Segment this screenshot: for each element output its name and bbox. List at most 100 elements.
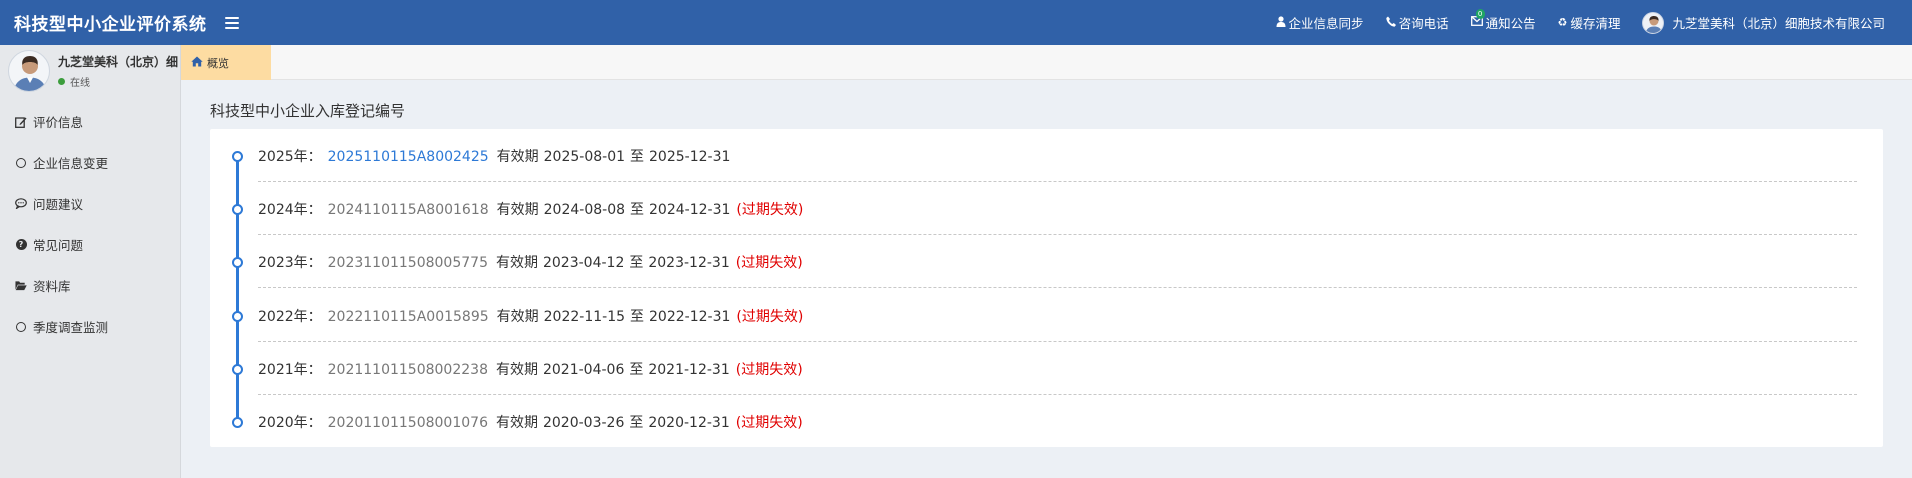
timeline-row: 2025年： 2025110115A8002425 有效期 2025-08-01 至 20… [210,129,1883,182]
timeline-row: 2021年： 202111011508002238 有效期 2021-04-06 至 20… [210,342,1883,395]
expired-status: (过期失效) [735,255,803,272]
notice-label: 通知公告 [1485,16,1536,31]
sidebar-item-label: 企业信息变更 [33,156,109,171]
recycle-icon: ♻ [1557,16,1568,29]
timeline-record: 2025年： 2025110115A8002425 有效期 2025-08-01 至 20… [258,146,730,166]
hotline-link[interactable]: 咨询电话 [1375,0,1460,45]
circle-icon [15,321,27,332]
validity-start: 2023-04-12 [542,255,625,272]
sync-company-info-label: 企业信息同步 [1288,16,1364,31]
record-year: 2025年： [258,149,322,165]
validity-start: 2024-08-08 [543,202,626,219]
validity-start: 2020-03-26 [542,415,625,431]
sync-company-info-link[interactable]: 企业信息同步 [1265,0,1375,45]
timeline-row: 2024年： 2024110115A8001618 有效期 2024-08-08 至 20… [210,182,1883,236]
clear-cache-label: 缓存清理 [1570,16,1621,31]
registration-number: 202111011508002238 [327,361,488,378]
registration-number: 202011011508001076 [327,415,488,431]
to-label: 至 [629,361,644,378]
timeline-record: 2020年： 202011011508001076 有效期 2020-03-26 至 20… [258,412,803,432]
clear-cache-link[interactable]: ♻ 缓存清理 [1547,0,1632,45]
record-year: 2023年： [258,255,322,272]
sidebar-item-suggestions[interactable]: 问题建议 [0,183,180,224]
home-icon [191,56,203,70]
notice-link[interactable]: 0 通知公告 [1460,0,1547,45]
sidebar-item-evaluation-info[interactable]: 评价信息 [0,101,180,142]
validity-end: 2022-12-31 [649,308,731,325]
record-year: 2024年： [258,202,322,219]
validity-label: 有效期 [495,415,538,431]
registration-number[interactable]: 2025110115A8002425 [328,149,489,165]
top-navbar: 科技型中小企业评价系统 企业信息同步 咨询电话 0 通知公告 ♻ 缓存清理 九芝… [0,0,1912,45]
question-circle-icon: ? [15,239,27,250]
timeline-row: 2023年： 202311011508005775 有效期 2023-04-12 至 20… [210,235,1883,289]
avatar [1642,11,1665,34]
sidebar-user-name: 九芝堂美科（北京）细 [58,55,179,69]
validity-label: 有效期 [496,202,539,219]
tab-strip: 概览 [181,45,1912,80]
timeline-dot-icon [232,310,243,322]
online-status: 在线 [58,74,178,89]
circle-icon [15,157,27,168]
hotline-label: 咨询电话 [1398,16,1449,31]
timeline-record: 2023年： 202311011508005775 有效期 2023-04-12 至 20… [258,252,803,272]
record-year: 2020年： [258,415,322,431]
account-name: 九芝堂美科（北京）细胞技术有限公司 [1672,16,1885,31]
to-label: 至 [629,255,644,272]
expired-status: (过期失效) [735,361,803,378]
registration-number: 2022110115A0015895 [327,308,489,325]
timeline-row: 2022年： 2022110115A0015895 有效期 2022-11-15 至 20… [210,289,1883,342]
sidebar-item-label: 问题建议 [33,197,84,212]
edit-icon [15,116,27,128]
timeline-dot-icon [232,204,243,216]
validity-end: 2025-12-31 [649,149,731,165]
sidebar-item-label: 资料库 [33,279,71,294]
validity-end: 2023-12-31 [648,255,730,272]
timeline-row: 2020年： 202011011508001076 有效期 2020-03-26 至 20… [210,395,1883,448]
online-status-label: 在线 [70,78,90,89]
sidebar: 九芝堂美科（北京）细 在线 评价信息 企业信息变更 问题建议 ? 常见问题 资料… [0,45,181,478]
validity-end: 2021-12-31 [648,361,730,378]
notice-badge: 0 [1475,9,1485,19]
sidebar-item-label: 评价信息 [33,115,84,130]
sidebar-item-library[interactable]: 资料库 [0,265,180,306]
menu-toggle-icon[interactable] [224,16,239,29]
timeline-dot-icon [232,257,243,269]
to-label: 至 [629,415,644,431]
expired-status: (过期失效) [735,415,803,431]
tab-overview[interactable]: 概览 [181,45,271,80]
timeline-dot-icon [232,151,243,162]
validity-start: 2025-08-01 [543,149,626,165]
record-year: 2022年： [258,308,322,325]
timeline-record: 2022年： 2022110115A0015895 有效期 2022-11-15 至 20… [258,306,803,326]
comment-icon [15,198,27,209]
app-title: 科技型中小企业评价系统 [14,15,207,35]
avatar [8,50,50,92]
sidebar-item-quarterly-survey[interactable]: 季度调查监测 [0,306,180,347]
section-title: 科技型中小企业入库登记编号 [210,102,406,120]
to-label: 至 [630,308,645,325]
validity-start: 2022-11-15 [543,308,626,325]
expired-status: (过期失效) [736,202,804,219]
validity-label: 有效期 [496,149,539,165]
to-label: 至 [630,202,645,219]
phone-icon [1385,16,1396,30]
timeline-dot-icon [232,363,243,375]
user-icon [1276,15,1286,30]
timeline-record: 2024年： 2024110115A8001618 有效期 2024-08-08 至 20… [258,199,803,219]
user-panel: 九芝堂美科（北京）细 在线 [0,45,180,97]
sidebar-item-label: 季度调查监测 [33,320,109,335]
registration-timeline-card: 2025年： 2025110115A8002425 有效期 2025-08-01 至 20… [210,129,1883,447]
validity-start: 2021-04-06 [542,361,625,378]
record-year: 2021年： [258,361,322,378]
validity-end: 2024-12-31 [649,202,731,219]
account-menu[interactable]: 九芝堂美科（北京）细胞技术有限公司 [1631,0,1896,45]
validity-label: 有效期 [495,255,538,272]
validity-label: 有效期 [496,308,539,325]
validity-end: 2020-12-31 [648,415,730,431]
online-dot-icon [58,78,65,85]
sidebar-item-faq[interactable]: ? 常见问题 [0,224,180,265]
sidebar-item-company-info-change[interactable]: 企业信息变更 [0,142,180,183]
sidebar-menu: 评价信息 企业信息变更 问题建议 ? 常见问题 资料库 季度调查监测 [0,101,180,347]
tab-overview-label: 概览 [207,56,229,70]
